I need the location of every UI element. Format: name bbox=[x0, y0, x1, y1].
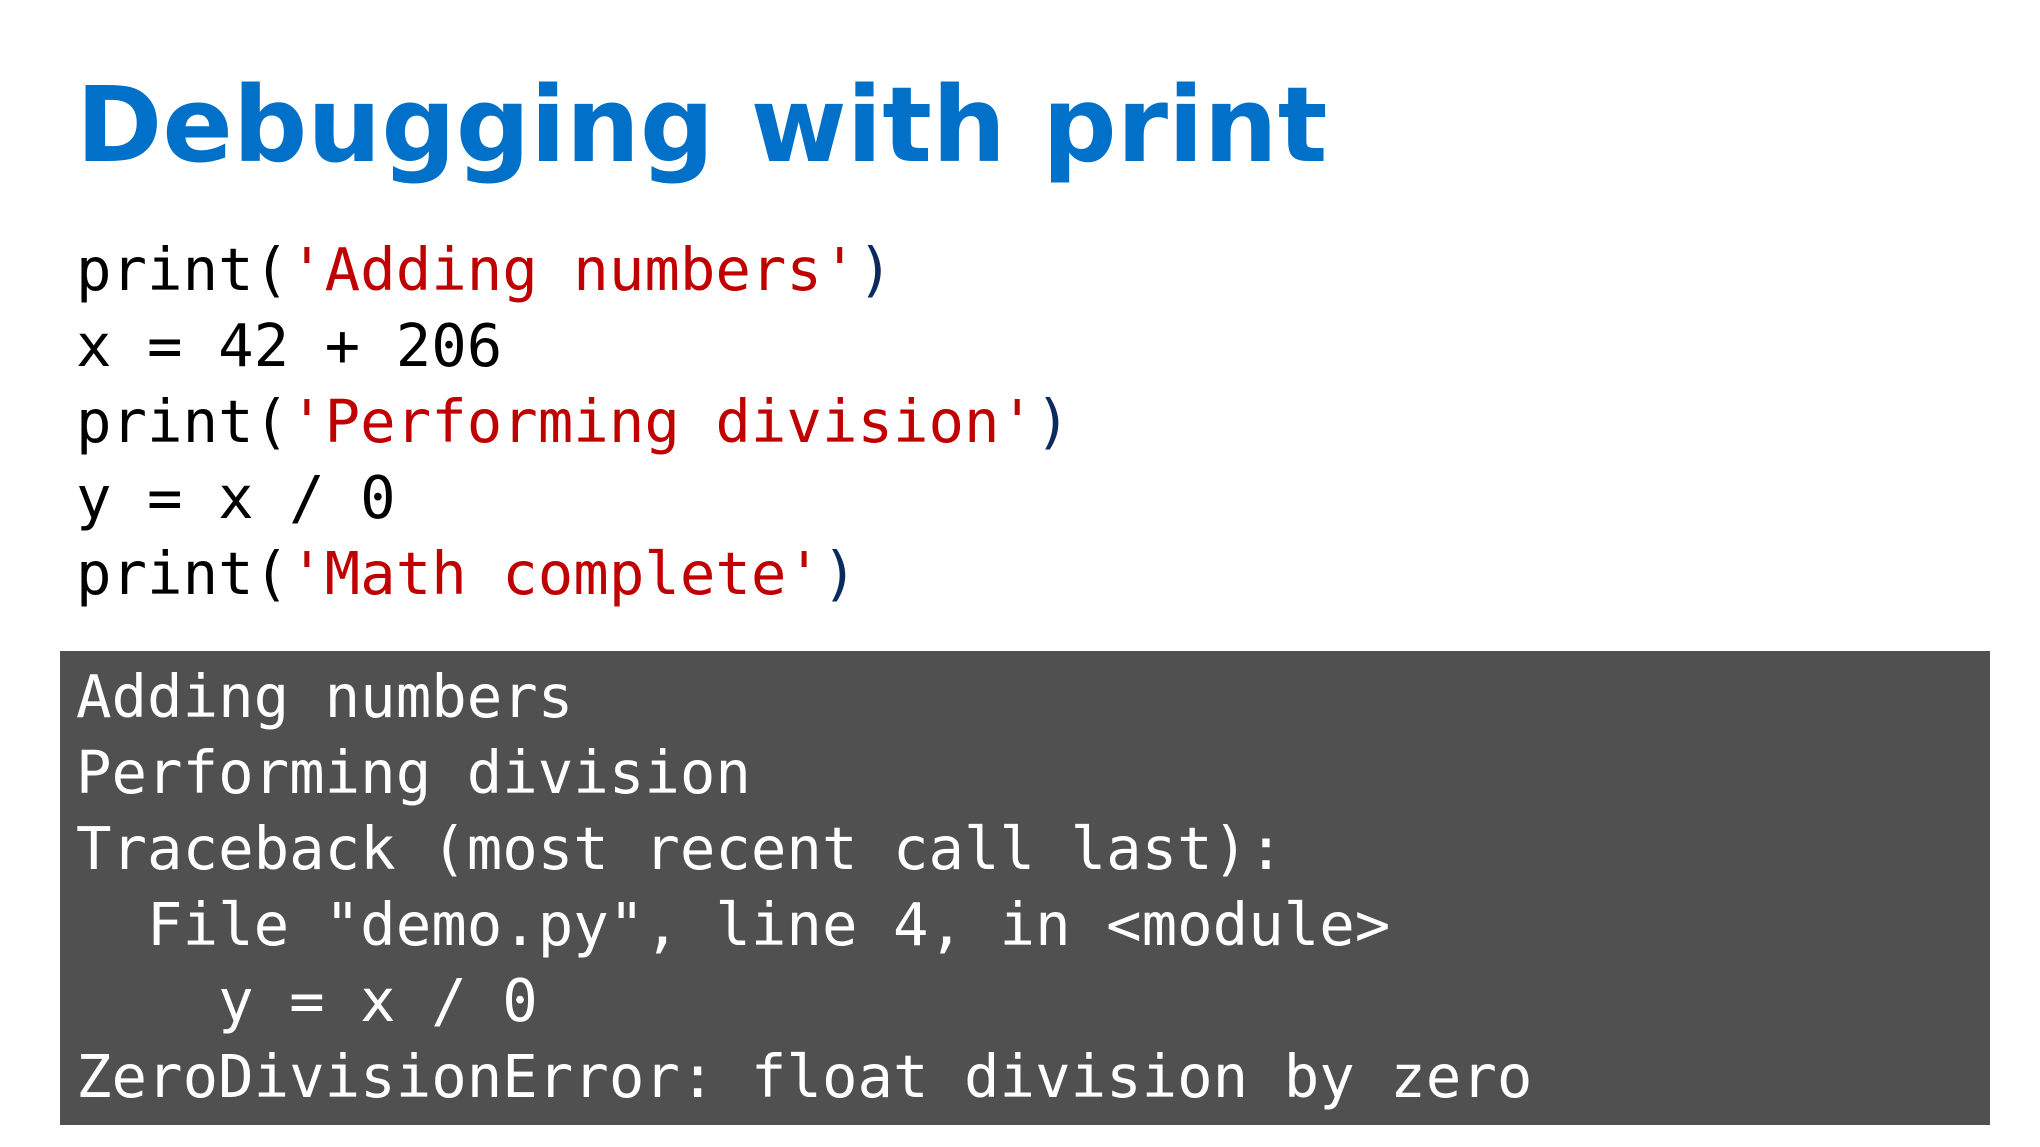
output-line: Adding numbers bbox=[76, 662, 574, 731]
code-function-name: print bbox=[76, 539, 254, 608]
slide-title: Debugging with print bbox=[76, 64, 1328, 186]
code-line-1: print('Adding numbers') bbox=[76, 232, 1071, 308]
code-open-paren: ( bbox=[253, 539, 290, 608]
console-output: Adding numbers Performing division Trace… bbox=[60, 651, 1990, 1125]
code-open-paren: ( bbox=[253, 235, 290, 304]
code-function-name: print bbox=[76, 235, 254, 304]
traceback-file-line: File "demo.py", line 4, in <module> bbox=[76, 890, 1391, 959]
traceback-header: Traceback (most recent call last): bbox=[76, 814, 1284, 883]
slide: Debugging with print print('Adding numbe… bbox=[0, 0, 2040, 1147]
code-line-5: print('Math complete') bbox=[76, 536, 1071, 612]
code-close-paren: ) bbox=[821, 539, 858, 608]
code-statement: y = x / 0 bbox=[76, 463, 396, 532]
code-line-2: x = 42 + 206 bbox=[76, 308, 1071, 384]
code-open-paren: ( bbox=[253, 387, 290, 456]
code-block: print('Adding numbers') x = 42 + 206 pri… bbox=[76, 232, 1071, 612]
code-function-name: print bbox=[76, 387, 254, 456]
code-string-literal: 'Performing division' bbox=[289, 387, 1036, 456]
code-close-paren: ) bbox=[857, 235, 894, 304]
traceback-source-line: y = x / 0 bbox=[76, 966, 538, 1035]
code-string-literal: 'Adding numbers' bbox=[289, 235, 858, 304]
error-message: ZeroDivisionError: float division by zer… bbox=[76, 1042, 1533, 1111]
code-line-3: print('Performing division') bbox=[76, 384, 1071, 460]
code-statement: x = 42 + 206 bbox=[76, 311, 503, 380]
code-line-4: y = x / 0 bbox=[76, 460, 1071, 536]
code-string-literal: 'Math complete' bbox=[289, 539, 822, 608]
code-close-paren: ) bbox=[1035, 387, 1071, 456]
output-line: Performing division bbox=[76, 738, 751, 807]
